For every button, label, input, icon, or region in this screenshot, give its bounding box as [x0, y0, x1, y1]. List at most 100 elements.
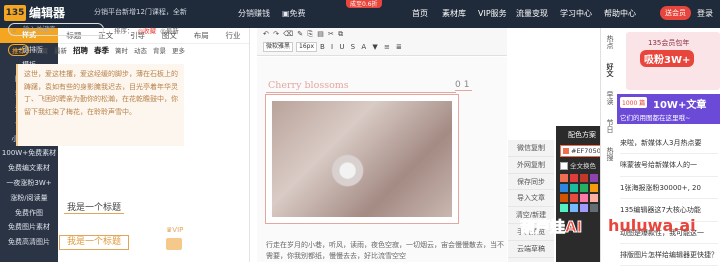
- list-item[interactable]: 排版图片怎样给编辑器更快捷？: [620, 244, 718, 266]
- articles-banner[interactable]: 1000 篇 10W+文章 它们的用图都在这里哦~: [617, 94, 720, 124]
- search-placeholder: 输入关键字: [23, 25, 56, 33]
- cat-spring[interactable]: 春季: [94, 45, 109, 56]
- list-item[interactable]: 来啦，新媒体人3月热点要: [620, 132, 718, 155]
- color-swatch[interactable]: [570, 194, 578, 202]
- cat-recommend[interactable]: 推荐: [8, 44, 29, 56]
- color-swatch[interactable]: [580, 204, 588, 212]
- distribution-link[interactable]: 分销赚钱: [238, 8, 270, 19]
- ops-cloud-draft[interactable]: 云端草稿: [508, 241, 554, 258]
- sort-hot[interactable]: ◎收藏: [138, 25, 157, 35]
- style-title-a[interactable]: 我是一个标题: [64, 200, 124, 214]
- font-family-select[interactable]: 微软雅黑: [263, 42, 294, 52]
- article-title[interactable]: Cherry blossoms: [268, 80, 349, 91]
- nav-materials[interactable]: 素材库: [442, 8, 478, 19]
- style-card-text[interactable]: 这世，爱这桂攫，爱这经缓的脚步，薄在石板上的踌躇，袁如有些的身影腌我迟去，目光亭…: [16, 64, 184, 146]
- tab-layout[interactable]: 布局: [185, 28, 217, 43]
- sidebar-item-free-images[interactable]: 免费图片素材: [0, 220, 58, 235]
- cat-trend[interactable]: 簧时: [115, 45, 128, 55]
- color-swatch[interactable]: [560, 174, 568, 182]
- cat-recruit[interactable]: 招聘: [73, 45, 88, 56]
- cat-more[interactable]: 更多: [172, 45, 185, 55]
- color-swatch[interactable]: [570, 184, 578, 192]
- category-tabs: 推荐 收藏 最新 招聘 春季 簧时 动态 背景 更多: [8, 44, 185, 56]
- article-image-frame[interactable]: [265, 94, 459, 224]
- full-color-checkbox[interactable]: 全文换色: [560, 160, 604, 170]
- edit-icon[interactable]: [166, 238, 182, 250]
- sort-row: 排序： ◎收藏 ◎最新: [114, 25, 179, 35]
- rnav-trending[interactable]: 热搜: [601, 140, 618, 168]
- color-swatch[interactable]: [590, 174, 598, 182]
- color-swatch[interactable]: [570, 204, 578, 212]
- rnav-hot[interactable]: 热点: [601, 28, 618, 56]
- toolbar-icons[interactable]: ↶ ↷ ⌫ ✎ ⎘ ▤ ✂ ⧉: [263, 30, 344, 39]
- cat-background[interactable]: 背景: [153, 45, 166, 55]
- color-swatch[interactable]: [590, 204, 598, 212]
- vip-banner[interactable]: 135会员包年 吸粉3W+: [626, 32, 720, 90]
- color-swatch[interactable]: [590, 184, 598, 192]
- format-glyphs[interactable]: B I U S A ▼ ≡ ≣: [320, 43, 404, 51]
- nav-monetize[interactable]: 流量变现: [516, 8, 560, 19]
- color-swatch[interactable]: [570, 174, 578, 182]
- sort-label: 排序：: [114, 27, 134, 35]
- nav-home[interactable]: 首页: [412, 8, 442, 19]
- top-bar: 135 编辑器 分销平台新增12门课程，全新 成至0.6折 分销赚钱 ▣免费 首…: [0, 0, 720, 28]
- color-swatch[interactable]: [560, 194, 568, 202]
- sort-latest[interactable]: ◎最新: [160, 25, 179, 35]
- ops-column: 微信复制 外网复制 保存同步 导入文章 清空/新建 手机预览 云端草稿: [508, 140, 554, 262]
- cat-latest[interactable]: 最新: [54, 45, 67, 55]
- signup-button[interactable]: 送会员: [660, 6, 691, 20]
- color-swatch[interactable]: [560, 204, 568, 212]
- promo-badge: 成至0.6折: [346, 0, 382, 8]
- ops-wechat-copy[interactable]: 微信复制: [508, 140, 554, 157]
- color-swatch[interactable]: [580, 174, 588, 182]
- cat-dynamic[interactable]: 动态: [134, 45, 147, 55]
- search-icon: ⌕: [12, 26, 17, 35]
- app-logo[interactable]: 135 编辑器: [4, 4, 65, 21]
- sidebar-item-reads[interactable]: 涨粉/阅读量: [0, 191, 58, 206]
- sidebar-item-hd-images[interactable]: 免费高清图片: [0, 235, 58, 250]
- title-rule: [266, 92, 456, 93]
- articles-banner-line2: 它们的用图都在这里哦~: [620, 114, 691, 122]
- nav-help[interactable]: 帮助中心: [604, 8, 644, 19]
- brand-name: 编辑器: [29, 6, 66, 20]
- article-body[interactable]: 行走在岁月的小巷，听风，读雨，夜色空寂，一切烟云，宙会慢慢散去，当不需要，你我别…: [266, 240, 506, 262]
- rnav-morning[interactable]: 早读: [601, 84, 618, 112]
- sidebar-item-free-assets[interactable]: 100W+免费素材: [0, 146, 58, 161]
- sidebar-item-free-design[interactable]: 免费作图: [0, 206, 58, 221]
- ops-import[interactable]: 导入文章: [508, 190, 554, 208]
- color-swatch[interactable]: [560, 184, 568, 192]
- sidebar-item-free-edit[interactable]: 免费编文素材: [0, 161, 58, 176]
- current-color-input[interactable]: #EF7050: [560, 145, 604, 157]
- article-number[interactable]: 01: [455, 80, 473, 91]
- editor-toolbar: ↶ ↷ ⌫ ✎ ⎘ ▤ ✂ ⧉ 微软雅黑 16px B I U S A ▼ ≡ …: [257, 28, 507, 56]
- login-link[interactable]: 登录: [697, 8, 713, 19]
- font-size-select[interactable]: 16px: [296, 42, 318, 52]
- slogan-text[interactable]: 分销平台新增12门课程，全新: [94, 7, 187, 17]
- vip-banner-line1: 135会员包年: [648, 39, 690, 47]
- color-swatch[interactable]: [580, 194, 588, 202]
- tab-industry[interactable]: 行业: [217, 28, 249, 43]
- watermark-cn: 葫芦娃AI: [519, 218, 583, 237]
- list-item[interactable]: 咪蒙被号给新媒体人的一: [620, 154, 718, 177]
- cat-favorites[interactable]: 收藏: [35, 45, 48, 55]
- style-title-b[interactable]: 我是一个标题: [59, 235, 129, 250]
- ops-save-sync[interactable]: 保存同步: [508, 174, 554, 191]
- free-link[interactable]: ▣免费: [282, 8, 306, 19]
- news-list: 来啦，新媒体人3月热点要 咪蒙被号给新媒体人的一 1张海报涨粉30000+, 2…: [620, 132, 718, 266]
- vip-banner-line2: 吸粉3W+: [640, 50, 695, 67]
- nav-learning[interactable]: 学习中心: [560, 8, 604, 19]
- swatch-grid: [560, 174, 608, 212]
- color-swatch[interactable]: [590, 194, 598, 202]
- search-input[interactable]: ⌕ 输入关键字: [8, 23, 104, 36]
- color-swatch[interactable]: [580, 184, 588, 192]
- articles-count-badge: 1000 篇: [620, 97, 648, 108]
- rnav-festival[interactable]: 节日: [601, 112, 618, 140]
- list-item[interactable]: 1张海报涨粉30000+, 20: [620, 177, 718, 200]
- toolbar-row-2: 微软雅黑 16px B I U S A ▼ ≡ ≣: [263, 42, 404, 52]
- cherry-blossom-image[interactable]: [272, 101, 452, 217]
- ops-external-copy[interactable]: 外网复制: [508, 157, 554, 174]
- nav-vip[interactable]: VIP服务: [478, 8, 516, 19]
- rnav-articles[interactable]: 好文: [601, 56, 618, 84]
- sidebar-item-fans[interactable]: 一夜涨粉3W+: [0, 176, 58, 191]
- top-nav: 首页 素材库 VIP服务 流量变现 学习中心 帮助中心: [412, 8, 644, 19]
